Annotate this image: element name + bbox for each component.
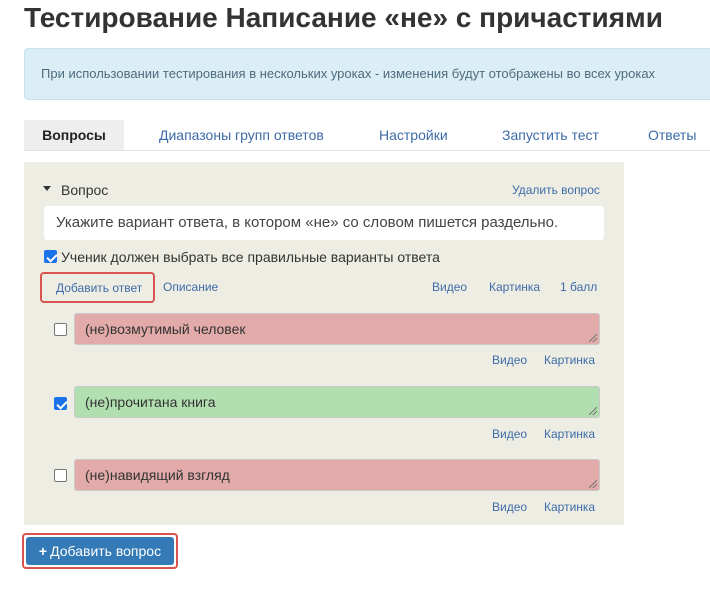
info-alert-text: При использовании тестирования в несколь… — [41, 66, 656, 81]
collapse-caret-icon[interactable] — [43, 186, 51, 191]
add-question-button[interactable]: + Добавить вопрос — [26, 537, 174, 565]
question-label: Вопрос — [61, 182, 109, 198]
tab-run-test[interactable]: Запустить тест — [502, 120, 599, 150]
tab-settings[interactable]: Настройки — [379, 120, 448, 150]
must-select-all-label: Ученик должен выбрать все правильные вар… — [61, 249, 440, 265]
add-question-label: Добавить вопрос — [50, 543, 162, 559]
question-video-link[interactable]: Видео — [432, 280, 467, 294]
answer-video-link[interactable]: Видео — [492, 500, 527, 514]
answer-image-link[interactable]: Картинка — [544, 500, 595, 514]
answer-field[interactable]: (не)возмутимый человек — [74, 313, 600, 345]
question-image-link[interactable]: Картинка — [489, 280, 540, 294]
answer-field[interactable]: (не)прочитана книга — [74, 386, 600, 418]
answer-checkbox[interactable] — [54, 469, 67, 482]
resize-handle-icon[interactable] — [589, 334, 597, 342]
answer-text: (не)возмутимый человек — [85, 321, 246, 337]
delete-question-link[interactable]: Удалить вопрос — [512, 183, 600, 197]
resize-handle-icon[interactable] — [589, 407, 597, 415]
answer-checkbox[interactable] — [54, 397, 67, 410]
answer-image-link[interactable]: Картинка — [544, 427, 595, 441]
add-answer-link[interactable]: Добавить ответ — [56, 281, 142, 295]
page-title: Тестирование Написание «не» с причастиям… — [24, 2, 663, 33]
resize-handle-icon[interactable] — [589, 480, 597, 488]
plus-icon: + — [38, 543, 48, 559]
question-text-field[interactable]: Укажите вариант ответа, в котором «не» с… — [44, 206, 604, 240]
answer-field[interactable]: (не)навидящий взгляд — [74, 459, 600, 491]
add-question-highlight: + Добавить вопрос — [22, 533, 178, 569]
add-answer-highlight: Добавить ответ — [40, 272, 155, 303]
info-alert: При использовании тестирования в несколь… — [24, 48, 710, 100]
tab-bar: Вопросы Диапазоны групп ответов Настройк… — [24, 120, 710, 151]
question-points-link[interactable]: 1 балл — [560, 280, 597, 294]
answer-text: (не)прочитана книга — [85, 394, 216, 410]
answer-video-link[interactable]: Видео — [492, 353, 527, 367]
tab-questions[interactable]: Вопросы — [24, 120, 124, 150]
answer-text: (не)навидящий взгляд — [85, 467, 230, 483]
answer-video-link[interactable]: Видео — [492, 427, 527, 441]
answer-checkbox[interactable] — [54, 323, 67, 336]
tab-answers[interactable]: Ответы — [648, 120, 696, 150]
must-select-all-checkbox[interactable] — [44, 250, 57, 263]
question-panel: Вопрос Удалить вопрос Укажите вариант от… — [24, 162, 624, 525]
description-link[interactable]: Описание — [163, 280, 218, 294]
answer-image-link[interactable]: Картинка — [544, 353, 595, 367]
tab-answer-group-ranges[interactable]: Диапазоны групп ответов — [159, 120, 324, 150]
